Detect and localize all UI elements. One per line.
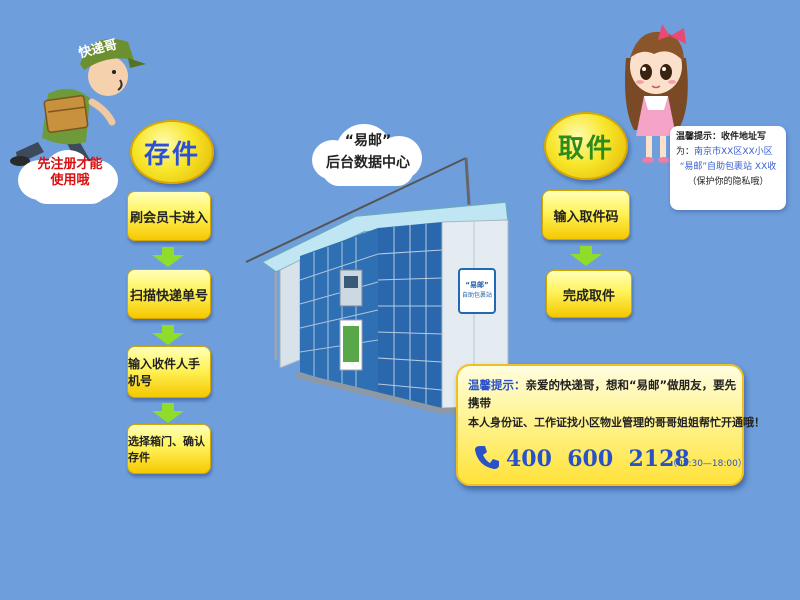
arrow-down-icon: [152, 247, 184, 267]
deposit-title-badge: 存件: [130, 120, 214, 184]
courier-tip-line2: 本人身份证、工作证找小区物业管理的哥哥姐姐帮忙开通哦！: [468, 416, 765, 429]
kiosk-sign-line1: “易邮”: [465, 281, 489, 289]
courier-tip-panel: 温馨提示：亲爱的快递哥，想和“易邮”做朋友，要先携带 本人身份证、工作证找小区物…: [456, 364, 765, 486]
address-tip-box: 温馨提示：收件地址写 为：南京市XX区XX小区 “易邮”自助包裹站 XX收 （保…: [670, 126, 786, 210]
deposit-title: 存件: [143, 139, 200, 170]
register-note-text: 先注册才能使用哦: [37, 157, 103, 188]
register-note-cloud: 先注册才能使用哦: [18, 150, 118, 204]
phone-icon: [475, 446, 499, 469]
address-tip-line1: 温馨提示：收件地址写: [676, 132, 767, 142]
deposit-step-swipe-card[interactable]: 刷会员卡进入: [127, 191, 211, 241]
arrow-down-icon: [570, 246, 602, 266]
data-center-title-line1: “易邮”: [344, 133, 392, 149]
hotline-number[interactable]: 400 600 2128: [506, 446, 690, 472]
address-tip-city: 南京市XX区XX小区: [694, 147, 773, 157]
kiosk-sign: “易邮” 自助包裹站: [458, 268, 496, 314]
hotline-hours: （08:30—18:00）: [668, 459, 747, 469]
pickup-step-complete[interactable]: 完成取件: [546, 270, 632, 318]
arrow-down-icon: [152, 403, 184, 423]
deposit-step-scan-tracking[interactable]: 扫描快递单号: [127, 269, 211, 319]
courier-tip-label: 温馨提示：: [468, 378, 526, 392]
arrow-down-icon: [152, 325, 184, 345]
address-tip-station: “易邮”自助包裹站 XX收: [679, 162, 777, 172]
address-tip-privacy: （保护你的隐私哦）: [687, 177, 769, 187]
address-tip-prefix: 为：: [676, 147, 695, 157]
deposit-step-select-door[interactable]: 选择箱门、确认存件: [127, 424, 211, 474]
deposit-step-enter-phone[interactable]: 输入收件人手机号: [127, 346, 211, 398]
kiosk-sign-line2: 自助包裹站: [461, 292, 492, 299]
pickup-step-enter-code[interactable]: 输入取件码: [542, 190, 630, 240]
pickup-title: 取件: [557, 133, 614, 164]
